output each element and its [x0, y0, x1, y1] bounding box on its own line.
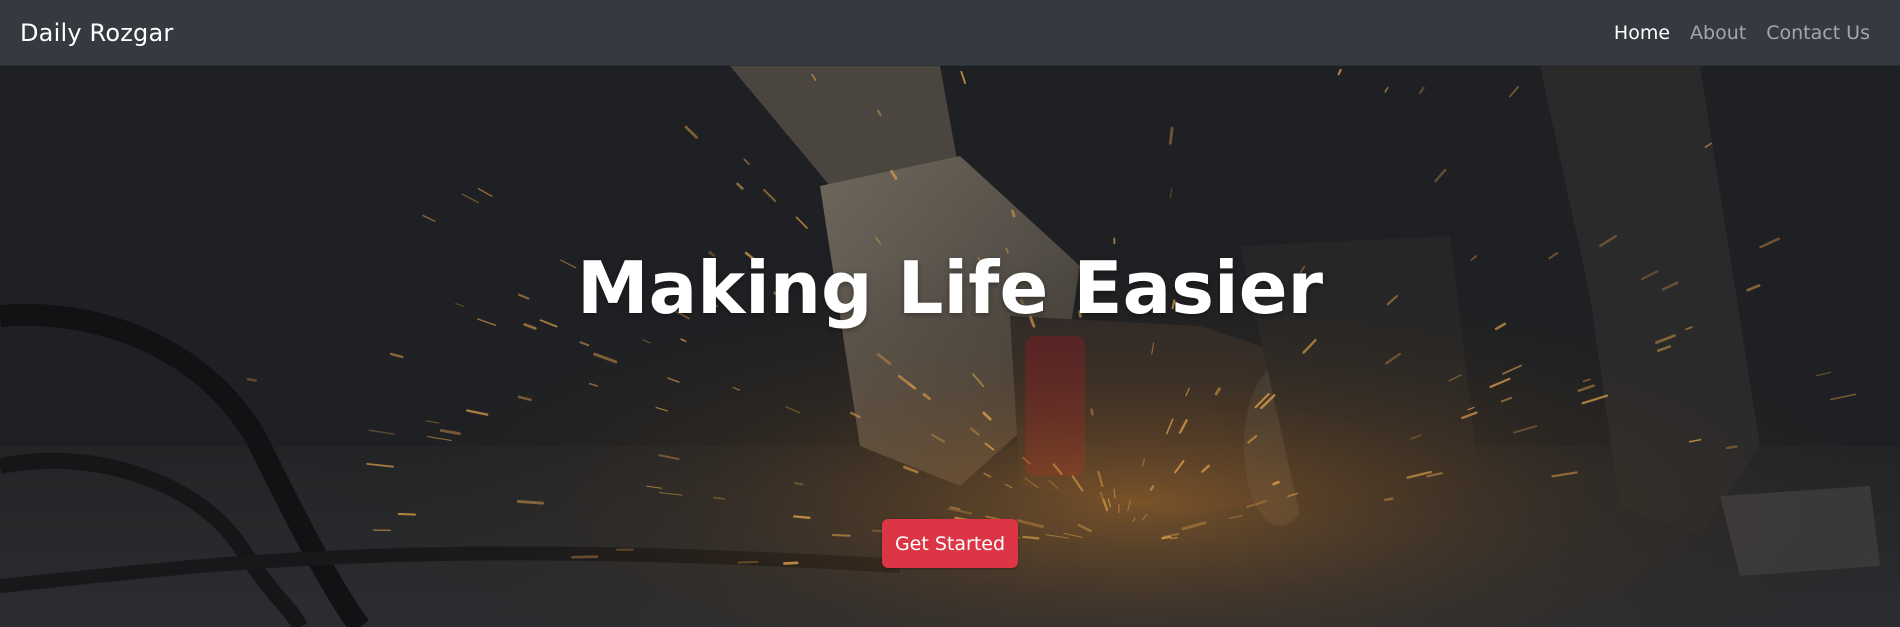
brand-link[interactable]: Daily Rozgar: [20, 19, 173, 47]
navbar: Daily Rozgar Home About Contact Us: [0, 0, 1900, 66]
hero-title: Making Life Easier: [576, 246, 1324, 330]
nav-link-contact[interactable]: Contact Us: [1766, 22, 1870, 44]
hero-section: Making Life Easier Get Started: [0, 66, 1900, 627]
nav-link-home[interactable]: Home: [1614, 22, 1670, 44]
nav-links: Home About Contact Us: [1614, 22, 1870, 44]
nav-link-about[interactable]: About: [1690, 22, 1746, 44]
get-started-button[interactable]: Get Started: [882, 519, 1018, 568]
